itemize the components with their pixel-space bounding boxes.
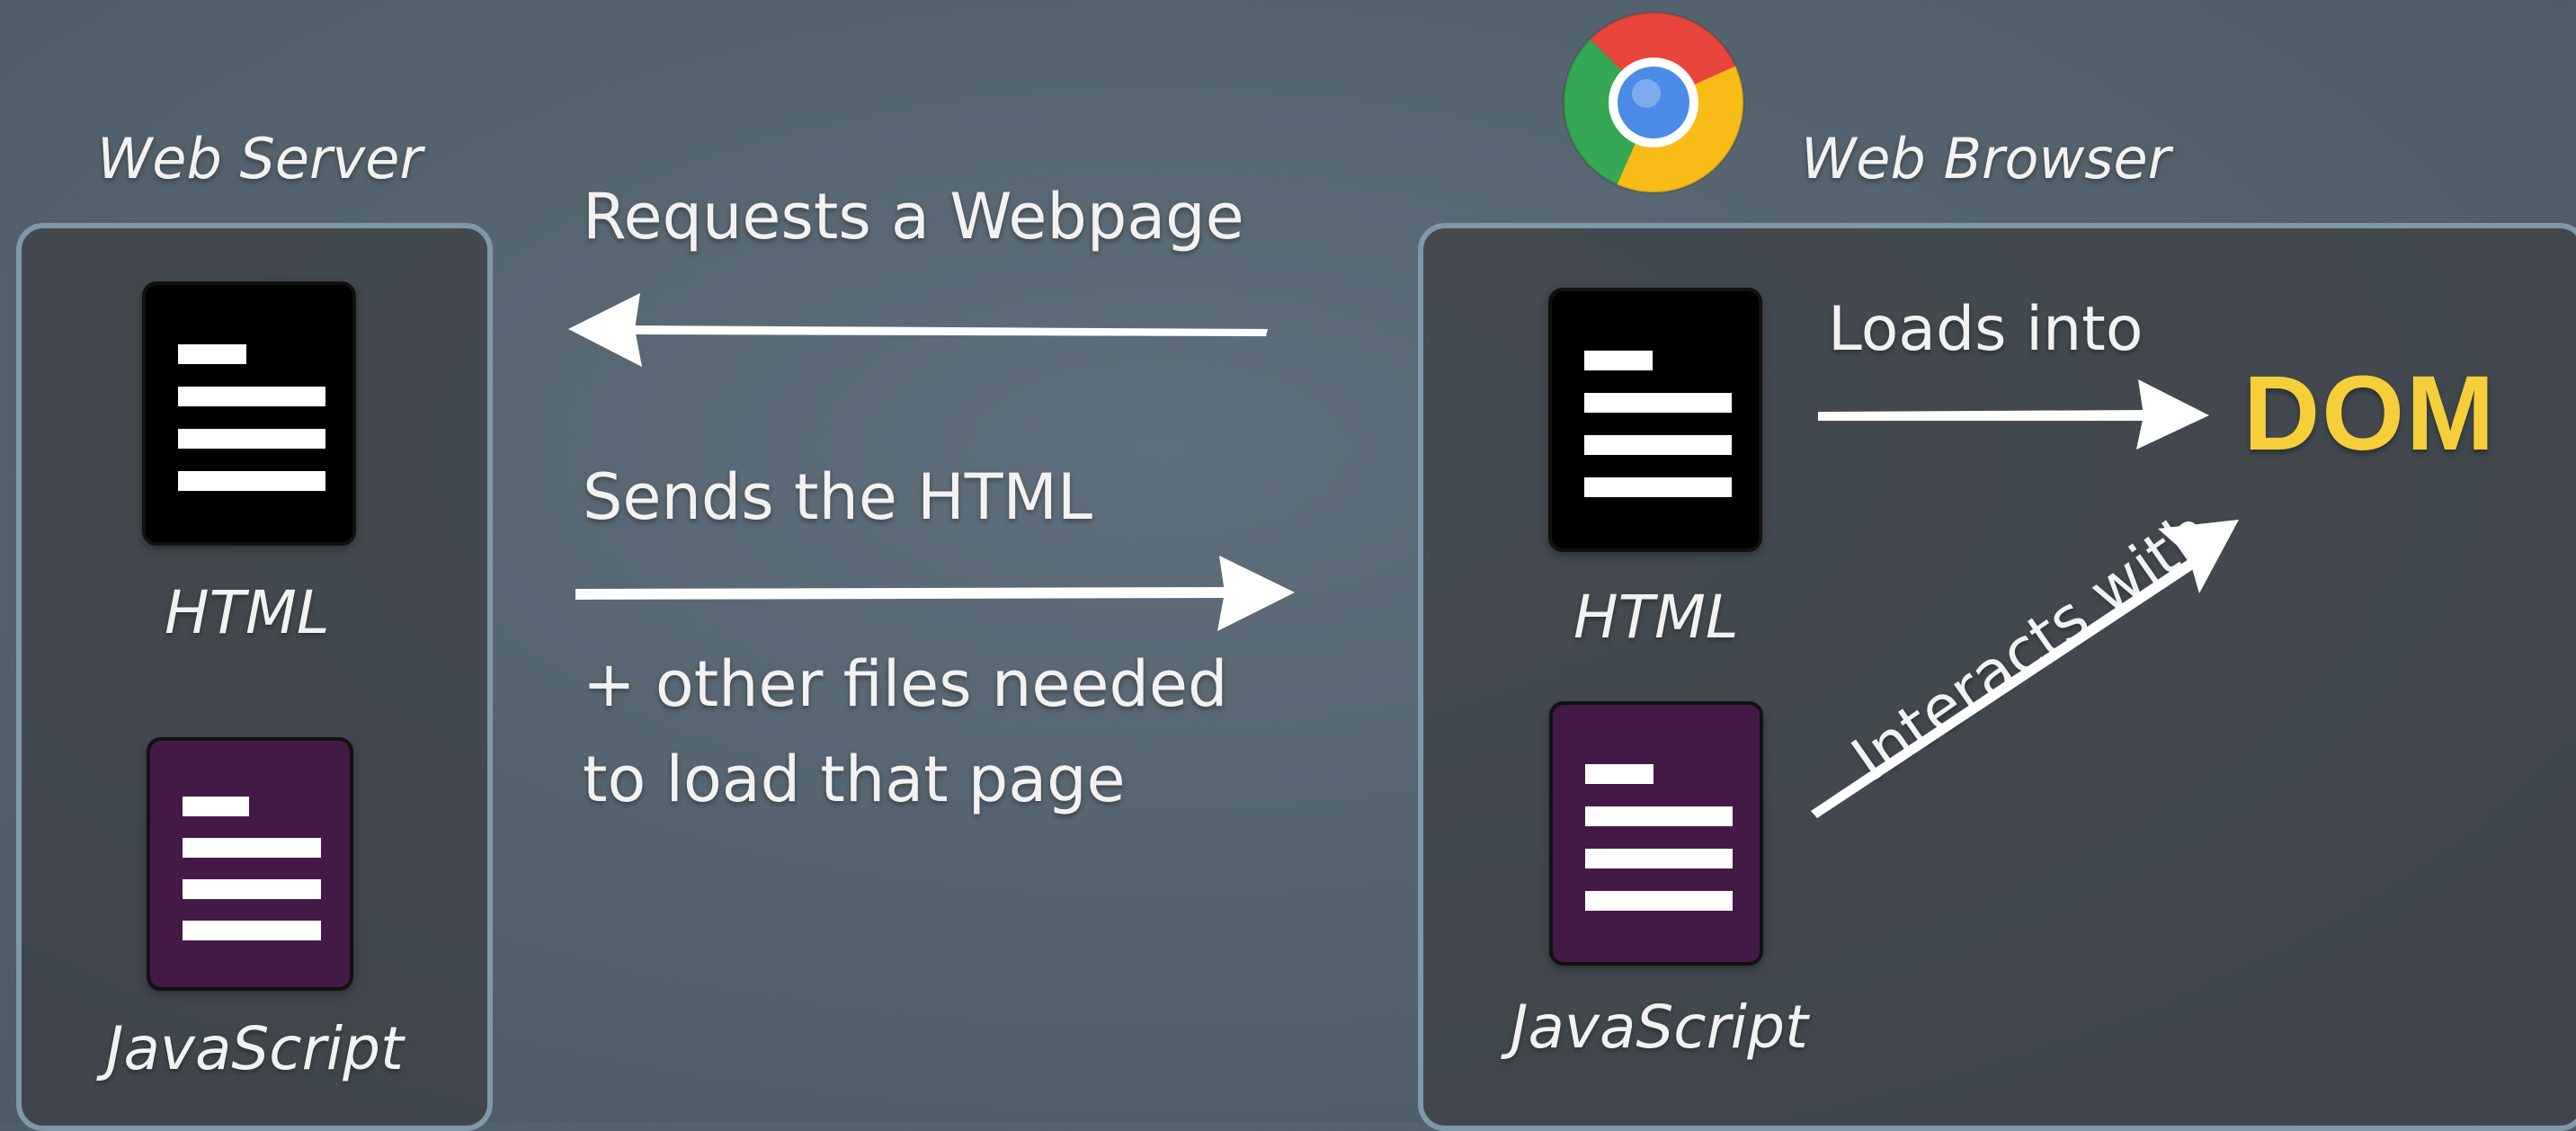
request-arrow <box>568 293 1268 367</box>
interacts-with-arrow <box>1811 520 2239 818</box>
arrows-layer <box>568 293 2239 818</box>
send-arrow <box>575 556 1295 631</box>
loads-into-arrow <box>1818 379 2209 450</box>
